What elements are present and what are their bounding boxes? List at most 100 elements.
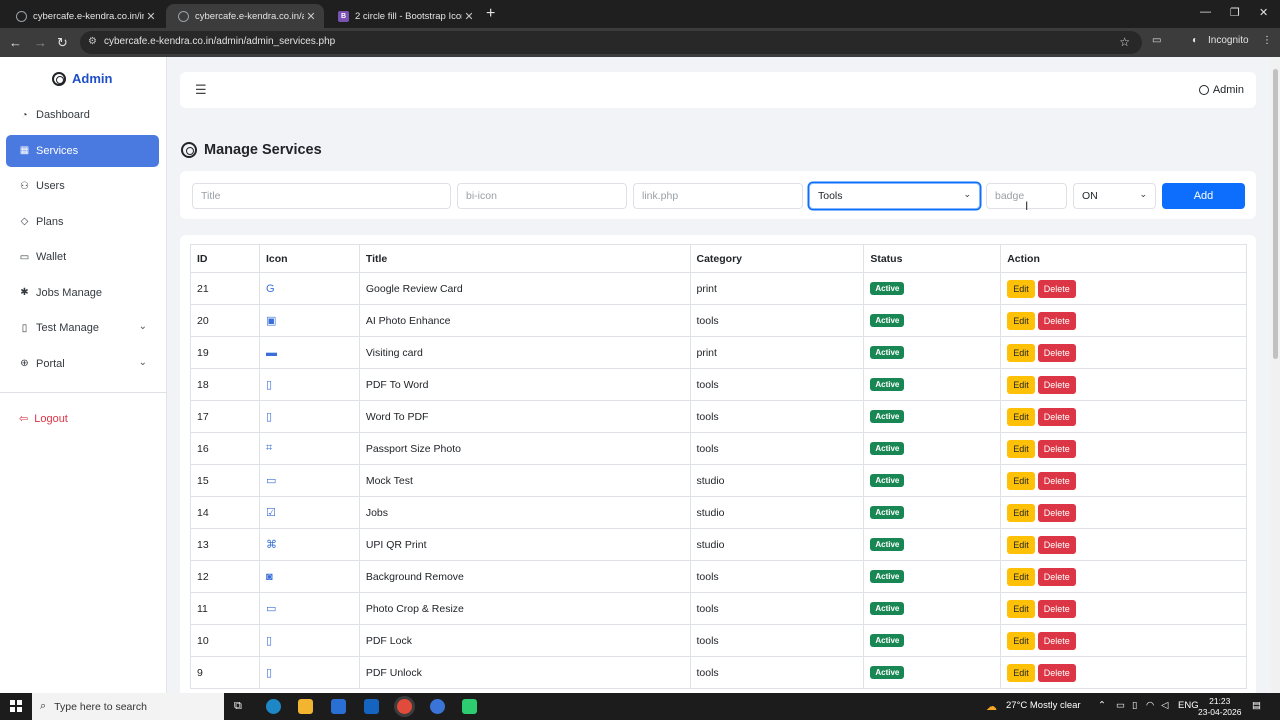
status-badge: Active — [870, 506, 905, 519]
edit-button[interactable]: Edit — [1007, 407, 1035, 426]
edit-button[interactable]: Edit — [1007, 375, 1035, 394]
minimize-icon[interactable]: — — [1200, 6, 1211, 18]
book-icon: ▯ — [21, 322, 28, 334]
file-explorer-icon[interactable] — [298, 699, 313, 714]
edit-button[interactable]: Edit — [1007, 535, 1035, 554]
browser-tab-index[interactable]: cybercafe.e-kendra.co.in/index ✕ — [4, 4, 164, 28]
browser-tab-bootstrap-icons[interactable]: B 2 circle fill - Bootstrap Icons ✕ — [326, 4, 482, 28]
task-view-icon[interactable]: ⧉ — [234, 700, 242, 713]
windows-start-icon[interactable] — [10, 700, 22, 712]
delete-button[interactable]: Delete — [1037, 311, 1076, 330]
sidebar-item-portal[interactable]: ⊕ Portal ⌄ — [6, 348, 159, 380]
sidebar-item-dashboard[interactable]: ◔ Dashboard — [6, 99, 159, 131]
clock[interactable]: 21:23 23-04-2026 — [1198, 696, 1241, 718]
page-scrollbar[interactable] — [1271, 57, 1280, 693]
store-icon[interactable] — [331, 699, 346, 714]
brand[interactable]: Admin — [52, 71, 112, 86]
edit-button[interactable]: Edit — [1007, 471, 1035, 490]
forward-icon[interactable]: → — [34, 35, 47, 50]
wallet-icon: ▭ — [19, 251, 30, 263]
edit-button[interactable]: Edit — [1007, 567, 1035, 586]
category-select[interactable]: Tools ⌄ — [809, 183, 980, 209]
sidebar-item-users[interactable]: ⚇ Users — [6, 170, 159, 202]
cell-category: tools — [689, 304, 865, 337]
mail-icon[interactable] — [364, 699, 379, 714]
address-bar[interactable]: ⚙ cybercafe.e-kendra.co.in/admin/admin_s… — [80, 31, 1142, 54]
close-tab-icon[interactable]: ✕ — [462, 10, 476, 23]
language-indicator[interactable]: ENG — [1178, 700, 1199, 711]
status-badge: Active — [870, 314, 905, 327]
link-input[interactable] — [633, 183, 803, 209]
status-select[interactable]: ON ⌄ — [1073, 183, 1156, 209]
sidebar: Admin ◔ Dashboard ▦ Services ⚇ Users ◇ P… — [0, 57, 167, 693]
menu-kebab-icon[interactable]: ⋮ — [1262, 35, 1272, 46]
app-icon[interactable] — [462, 699, 477, 714]
chevron-down-icon[interactable]: ⌄ — [139, 357, 147, 368]
delete-button[interactable]: Delete — [1037, 471, 1076, 490]
edge-browser-icon[interactable] — [266, 699, 281, 714]
delete-button[interactable]: Delete — [1037, 567, 1076, 586]
close-tab-icon[interactable]: ✕ — [144, 10, 158, 23]
network-icon[interactable]: ▭ — [1116, 700, 1125, 711]
edit-button[interactable]: Edit — [1007, 631, 1035, 650]
edit-button[interactable]: Edit — [1007, 343, 1035, 362]
notifications-icon[interactable]: ▤ — [1252, 700, 1261, 711]
delete-button[interactable]: Delete — [1037, 631, 1076, 650]
edit-button[interactable]: Edit — [1007, 439, 1035, 458]
title-input[interactable] — [192, 183, 451, 209]
chevron-up-icon[interactable]: ⌃ — [1098, 700, 1106, 711]
logout-link[interactable]: ⇦ Logout — [19, 412, 68, 426]
page-title: Manage Services — [181, 142, 322, 158]
edit-button[interactable]: Edit — [1007, 599, 1035, 618]
hamburger-menu-icon[interactable]: ☰ — [195, 82, 207, 98]
delete-button[interactable]: Delete — [1037, 663, 1076, 682]
edit-button[interactable]: Edit — [1007, 279, 1035, 298]
delete-button[interactable]: Delete — [1037, 503, 1076, 522]
sidebar-item-label: Portal — [36, 357, 65, 370]
site-info-icon[interactable]: ⚙ — [88, 36, 97, 47]
maximize-icon[interactable]: ❐ — [1230, 6, 1240, 19]
delete-button[interactable]: Delete — [1037, 343, 1076, 362]
cell-icon: ⌗ — [258, 432, 360, 465]
reload-icon[interactable]: ↻ — [57, 35, 68, 51]
new-tab-button[interactable]: + — [486, 5, 495, 23]
edit-button[interactable]: Edit — [1007, 663, 1035, 682]
add-button[interactable]: Add — [1162, 183, 1245, 209]
chevron-down-icon[interactable]: ⌄ — [139, 321, 147, 332]
sidebar-item-jobs-manage[interactable]: ✱ Jobs Manage — [6, 277, 159, 309]
delete-button[interactable]: Delete — [1037, 535, 1076, 554]
delete-button[interactable]: Delete — [1037, 599, 1076, 618]
volume-icon[interactable]: ◁ — [1161, 700, 1168, 711]
icon-input[interactable] — [457, 183, 627, 209]
clock-date: 23-04-2026 — [1198, 707, 1242, 717]
sidebar-item-test-manage[interactable]: ▯ Test Manage ⌄ — [6, 312, 159, 344]
sidebar-item-wallet[interactable]: ▭ Wallet — [6, 241, 159, 273]
sidebar-item-plans[interactable]: ◇ Plans — [6, 206, 159, 238]
profile-label[interactable]: Incognito — [1208, 35, 1249, 46]
sidebar-item-services[interactable]: ▦ Services — [6, 134, 159, 167]
user-menu[interactable]: Admin — [1198, 84, 1244, 96]
column-header-category: Category — [689, 244, 865, 273]
edit-button[interactable]: Edit — [1007, 503, 1035, 522]
delete-button[interactable]: Delete — [1037, 375, 1076, 394]
cast-icon[interactable]: ▭ — [1152, 35, 1161, 46]
chrome-icon[interactable] — [397, 699, 412, 714]
delete-button[interactable]: Delete — [1037, 279, 1076, 298]
weather-text[interactable]: 27°C Mostly clear — [1006, 700, 1081, 711]
taskbar-search[interactable]: ⌕ Type here to search — [32, 693, 224, 720]
bookmark-star-icon[interactable]: ☆ — [1119, 35, 1130, 49]
battery-icon[interactable]: ▯ — [1132, 700, 1137, 711]
delete-button[interactable]: Delete — [1037, 407, 1076, 426]
close-tab-icon[interactable]: ✕ — [304, 10, 318, 23]
edit-button[interactable]: Edit — [1007, 311, 1035, 330]
delete-button[interactable]: Delete — [1037, 439, 1076, 458]
back-icon[interactable]: ← — [9, 35, 22, 50]
cell-category: tools — [689, 592, 865, 625]
scrollbar-thumb[interactable] — [1273, 69, 1278, 359]
table-row: 21 G Google Review Card print Active Edit Dele… — [190, 272, 1247, 305]
close-window-icon[interactable]: ✕ — [1259, 6, 1268, 19]
wifi-icon[interactable]: ◠ — [1146, 700, 1154, 711]
user-name: Admin — [1212, 84, 1244, 96]
browser-tab-admin[interactable]: cybercafe.e-kendra.co.in/admin ✕ — [166, 4, 324, 28]
app-icon[interactable] — [430, 699, 445, 714]
